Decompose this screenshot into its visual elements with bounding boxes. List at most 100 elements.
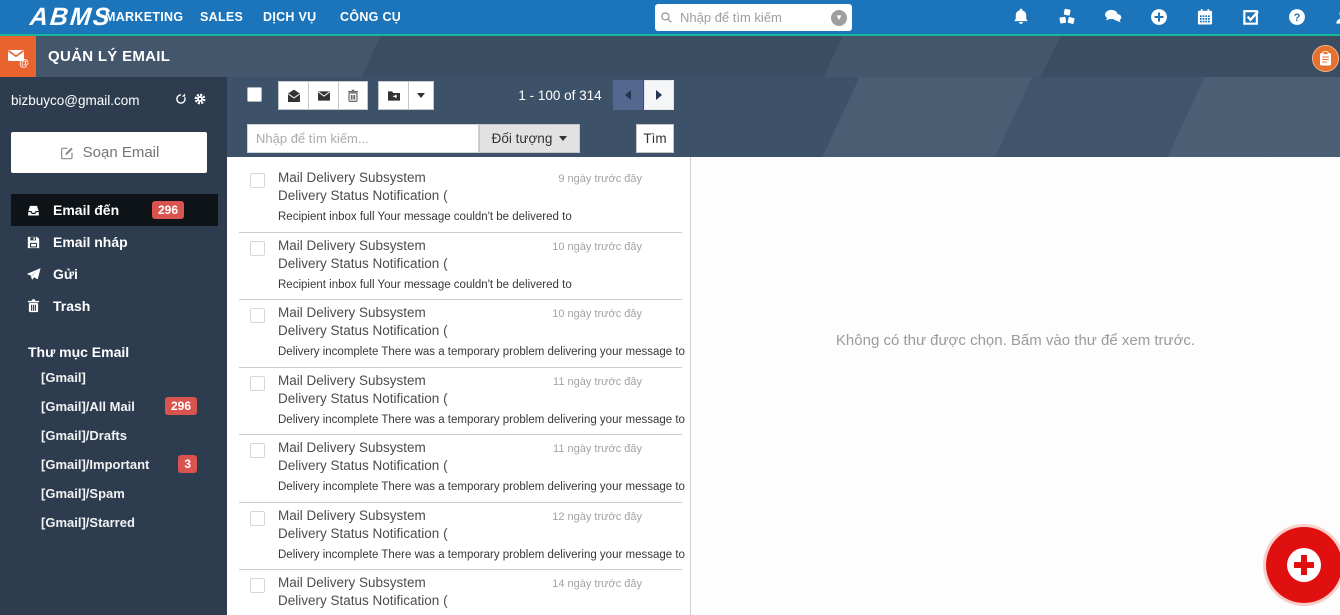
email-list-item[interactable]: Mail Delivery Subsystem Delivery Status … bbox=[239, 165, 682, 233]
folder-label: [Gmail]/Spam bbox=[41, 486, 125, 501]
envelope-open-icon bbox=[286, 88, 302, 104]
paper-plane-icon bbox=[25, 266, 43, 283]
email-module-icon: @ bbox=[0, 36, 36, 77]
email-checkbox[interactable] bbox=[250, 578, 265, 593]
svg-text:?: ? bbox=[1294, 12, 1301, 24]
search-icon bbox=[660, 11, 673, 24]
email-list-item[interactable]: Mail Delivery Subsystem Delivery Status … bbox=[239, 300, 682, 368]
inbox-count-badge: 296 bbox=[152, 201, 184, 219]
gear-icon[interactable] bbox=[193, 92, 207, 106]
email-subject: Delivery Status Notification ( bbox=[278, 458, 448, 473]
trash-icon bbox=[25, 298, 43, 315]
email-checkbox[interactable] bbox=[250, 241, 265, 256]
email-sender: Mail Delivery Subsystem bbox=[278, 170, 426, 185]
sidebar-item-label: Email nháp bbox=[53, 234, 128, 250]
email-list-item[interactable]: Mail Delivery Subsystem Delivery Status … bbox=[239, 368, 682, 436]
folder-label: [Gmail] bbox=[41, 370, 86, 385]
mark-unread-button[interactable] bbox=[308, 81, 338, 110]
sidebar-folder-gmail[interactable]: [Gmail] bbox=[0, 363, 227, 392]
top-navbar: ABMS MARKETING SALES DỊCH VỤ CÔNG CỤ ▼ ? bbox=[0, 0, 1340, 36]
filter-object-label: Đối tượng bbox=[492, 131, 553, 146]
sidebar-item-trash[interactable]: Trash bbox=[0, 290, 227, 322]
sidebar-item-sent[interactable]: Gửi bbox=[0, 258, 227, 290]
nav-menu-sales[interactable]: SALES bbox=[200, 0, 243, 34]
brand-logo[interactable]: ABMS bbox=[28, 3, 113, 32]
email-time: 12 ngày trước đây bbox=[552, 511, 642, 523]
arrow-left-icon bbox=[625, 90, 631, 100]
sidebar-folder-spam[interactable]: [Gmail]/Spam bbox=[0, 479, 227, 508]
email-list-item[interactable]: Mail Delivery Subsystem Delivery Status … bbox=[239, 233, 682, 301]
email-list-item[interactable]: Mail Delivery Subsystem Delivery Status … bbox=[239, 570, 682, 615]
folder-label: [Gmail]/Important bbox=[41, 457, 149, 472]
email-time: 11 ngày trước đây bbox=[553, 443, 642, 455]
clipboard-feedback-button[interactable] bbox=[1312, 45, 1339, 72]
email-sender: Mail Delivery Subsystem bbox=[278, 238, 426, 253]
sidebar-folder-drafts[interactable]: [Gmail]/Drafts bbox=[0, 421, 227, 450]
question-circle-icon[interactable]: ? bbox=[1285, 7, 1309, 27]
search-scope-chevron-icon[interactable]: ▼ bbox=[831, 10, 847, 26]
email-checkbox[interactable] bbox=[250, 511, 265, 526]
empty-preview-message: Không có thư được chọn. Bấm vào thư để x… bbox=[691, 332, 1340, 349]
email-subject: Delivery Status Notification ( bbox=[278, 188, 448, 203]
bell-icon[interactable] bbox=[1009, 7, 1033, 27]
global-search[interactable]: ▼ bbox=[655, 4, 852, 31]
prev-page-button[interactable] bbox=[613, 80, 643, 110]
check-square-icon[interactable] bbox=[1239, 7, 1263, 27]
plus-icon bbox=[1287, 548, 1321, 582]
filter-object-dropdown[interactable]: Đối tượng bbox=[479, 124, 580, 153]
comments-icon[interactable] bbox=[1101, 7, 1125, 27]
add-new-fab[interactable] bbox=[1266, 527, 1340, 603]
email-time: 9 ngày trước đây bbox=[558, 173, 642, 185]
nav-menu-marketing[interactable]: MARKETING bbox=[105, 0, 183, 34]
search-submit-button[interactable]: Tìm bbox=[636, 124, 674, 153]
folders-heading: Thư mục Email bbox=[28, 344, 129, 360]
nav-menu-dich-vu[interactable]: DỊCH VỤ bbox=[263, 0, 317, 34]
envelope-icon bbox=[316, 88, 332, 104]
email-time: 11 ngày trước đây bbox=[553, 376, 642, 388]
compose-email-button[interactable]: Soạn Email bbox=[11, 132, 207, 173]
email-sender: Mail Delivery Subsystem bbox=[278, 575, 426, 590]
sidebar-item-drafts[interactable]: Email nháp bbox=[0, 226, 227, 258]
svg-text:@: @ bbox=[19, 58, 29, 69]
email-sender: Mail Delivery Subsystem bbox=[278, 305, 426, 320]
email-subject: Delivery Status Notification ( bbox=[278, 391, 448, 406]
plus-circle-icon[interactable] bbox=[1147, 7, 1171, 27]
email-snippet: Recipient inbox full Your message couldn… bbox=[278, 211, 572, 223]
arrow-right-icon bbox=[656, 90, 662, 100]
email-snippet: Recipient inbox full Your message couldn… bbox=[278, 279, 572, 291]
save-icon bbox=[25, 234, 43, 251]
email-list-item[interactable]: Mail Delivery Subsystem Delivery Status … bbox=[239, 503, 682, 571]
calendar-icon[interactable] bbox=[1193, 7, 1217, 27]
delete-button[interactable] bbox=[338, 81, 368, 110]
sidebar-folder-all-mail[interactable]: [Gmail]/All Mail 296 bbox=[0, 392, 227, 421]
sidebar-folder-important[interactable]: [Gmail]/Important 3 bbox=[0, 450, 227, 479]
email-sender: Mail Delivery Subsystem bbox=[278, 373, 426, 388]
folder-move-icon bbox=[386, 88, 402, 104]
email-checkbox[interactable] bbox=[250, 443, 265, 458]
sidebar-folder-starred[interactable]: [Gmail]/Starred bbox=[0, 508, 227, 537]
cubes-icon[interactable] bbox=[1055, 7, 1079, 27]
list-search-input[interactable] bbox=[247, 124, 479, 153]
account-email: bizbuyco@gmail.com bbox=[11, 93, 140, 108]
email-list-item[interactable]: Mail Delivery Subsystem Delivery Status … bbox=[239, 435, 682, 503]
email-snippet: Delivery incomplete There was a temporar… bbox=[278, 346, 685, 358]
email-time: 10 ngày trước đây bbox=[552, 308, 642, 320]
refresh-icon[interactable] bbox=[174, 92, 188, 106]
move-to-folder-caret[interactable] bbox=[408, 81, 434, 110]
folder-label: [Gmail]/Drafts bbox=[41, 428, 127, 443]
email-preview-pane: Không có thư được chọn. Bấm vào thư để x… bbox=[690, 157, 1340, 615]
user-icon[interactable] bbox=[1331, 7, 1340, 27]
sidebar-item-inbox[interactable]: Email đến 296 bbox=[11, 194, 218, 226]
email-sender: Mail Delivery Subsystem bbox=[278, 508, 426, 523]
email-checkbox[interactable] bbox=[250, 376, 265, 391]
global-search-input[interactable] bbox=[678, 9, 831, 26]
move-to-folder-button[interactable] bbox=[378, 81, 408, 110]
email-subject: Delivery Status Notification ( bbox=[278, 526, 448, 541]
email-subject: Delivery Status Notification ( bbox=[278, 323, 448, 338]
next-page-button[interactable] bbox=[644, 80, 674, 110]
email-checkbox[interactable] bbox=[250, 173, 265, 188]
select-all-checkbox[interactable] bbox=[247, 87, 262, 102]
mark-read-button[interactable] bbox=[278, 81, 308, 110]
email-checkbox[interactable] bbox=[250, 308, 265, 323]
nav-menu-cong-cu[interactable]: CÔNG CỤ bbox=[340, 0, 401, 34]
